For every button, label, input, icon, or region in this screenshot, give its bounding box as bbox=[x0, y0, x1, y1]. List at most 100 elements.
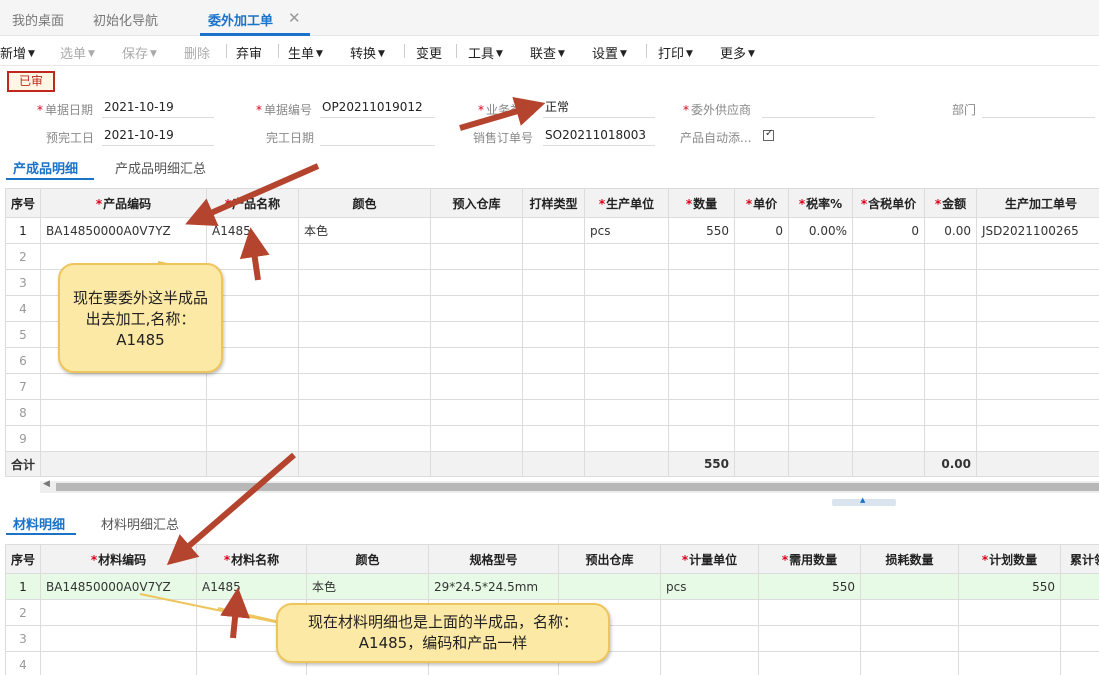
table-cell[interactable] bbox=[430, 425, 523, 452]
table-cell[interactable]: 550 bbox=[758, 573, 861, 600]
table-cell[interactable] bbox=[976, 373, 1099, 400]
table-cell[interactable] bbox=[924, 321, 977, 348]
table-cell[interactable]: 550 bbox=[958, 573, 1061, 600]
table-cell[interactable] bbox=[924, 425, 977, 452]
dept-field[interactable] bbox=[982, 98, 1095, 118]
toolbar-convert-button[interactable]: 转换 ▼ bbox=[350, 43, 385, 62]
table-cell[interactable] bbox=[852, 321, 925, 348]
column-header[interactable]: *计量单位 bbox=[660, 544, 759, 574]
auto-add-checkbox[interactable] bbox=[763, 128, 774, 141]
table-cell[interactable] bbox=[522, 269, 585, 296]
table-cell[interactable] bbox=[660, 651, 759, 675]
table-cell[interactable] bbox=[976, 269, 1099, 296]
table-cell[interactable] bbox=[206, 425, 299, 452]
table-cell[interactable] bbox=[976, 295, 1099, 322]
table-cell[interactable] bbox=[584, 425, 669, 452]
table-cell[interactable] bbox=[522, 399, 585, 426]
tab-outsource-order[interactable]: 委外加工单 bbox=[208, 10, 273, 29]
table-cell[interactable] bbox=[298, 295, 431, 322]
table-cell[interactable] bbox=[924, 373, 977, 400]
table-cell[interactable] bbox=[522, 347, 585, 374]
table-cell[interactable] bbox=[298, 269, 431, 296]
column-header[interactable]: 规格型号 bbox=[428, 544, 559, 574]
toolbar-save-button[interactable]: 保存 ▼ bbox=[122, 43, 157, 62]
table-cell[interactable]: 本色 bbox=[298, 217, 431, 244]
table-cell[interactable] bbox=[788, 425, 853, 452]
table-cell[interactable] bbox=[668, 425, 735, 452]
table-cell[interactable] bbox=[430, 217, 523, 244]
table-cell[interactable] bbox=[976, 399, 1099, 426]
table-cell[interactable] bbox=[734, 347, 789, 374]
table-cell[interactable] bbox=[522, 217, 585, 244]
table-cell[interactable] bbox=[788, 295, 853, 322]
table-cell[interactable] bbox=[206, 399, 299, 426]
table-cell[interactable] bbox=[924, 243, 977, 270]
column-header[interactable]: *单价 bbox=[734, 188, 789, 218]
toolbar-print-button[interactable]: 打印 ▼ bbox=[658, 43, 693, 62]
column-header[interactable]: *税率% bbox=[788, 188, 853, 218]
table-cell[interactable] bbox=[924, 295, 977, 322]
column-header[interactable]: *含税单价 bbox=[852, 188, 925, 218]
column-header[interactable]: 生产加工单号 bbox=[976, 188, 1099, 218]
table-row[interactable]: 8 bbox=[5, 399, 1099, 426]
table-cell[interactable]: JSD2021100265 bbox=[976, 217, 1099, 244]
column-header[interactable]: 损耗数量 bbox=[860, 544, 959, 574]
table-cell[interactable] bbox=[584, 373, 669, 400]
table-cell[interactable] bbox=[860, 573, 959, 600]
table-cell[interactable] bbox=[206, 373, 299, 400]
table-cell[interactable]: A1485 bbox=[196, 573, 307, 600]
table-cell[interactable] bbox=[430, 399, 523, 426]
column-header[interactable]: *材料编码 bbox=[40, 544, 197, 574]
table-cell[interactable] bbox=[298, 347, 431, 374]
table-cell[interactable] bbox=[298, 243, 431, 270]
table-cell[interactable] bbox=[734, 425, 789, 452]
column-header[interactable]: 累计领 bbox=[1060, 544, 1099, 574]
table-row[interactable]: 9 bbox=[5, 425, 1099, 452]
table-cell[interactable] bbox=[430, 295, 523, 322]
table-cell[interactable] bbox=[668, 269, 735, 296]
table-cell[interactable] bbox=[1060, 599, 1099, 626]
scroll-left-icon[interactable]: ◀ bbox=[43, 479, 50, 489]
table-cell[interactable] bbox=[758, 625, 861, 652]
table-cell[interactable] bbox=[976, 347, 1099, 374]
table-cell[interactable] bbox=[40, 399, 207, 426]
table-cell[interactable] bbox=[860, 599, 959, 626]
table-cell[interactable] bbox=[584, 321, 669, 348]
column-header[interactable]: 打样类型 bbox=[522, 188, 585, 218]
column-header[interactable]: *生产单位 bbox=[584, 188, 669, 218]
table-cell[interactable] bbox=[668, 347, 735, 374]
table-cell[interactable] bbox=[298, 399, 431, 426]
table-cell[interactable] bbox=[584, 243, 669, 270]
column-header[interactable]: 颜色 bbox=[298, 188, 431, 218]
table-cell[interactable] bbox=[924, 399, 977, 426]
table-cell[interactable] bbox=[758, 599, 861, 626]
supplier-field[interactable] bbox=[762, 98, 875, 118]
table-cell[interactable] bbox=[958, 599, 1061, 626]
table-row[interactable]: 1 BA14850000A0V7YZ A1485 本色 29*24.5*24.5mm pc… bbox=[5, 573, 1099, 600]
table-cell[interactable] bbox=[860, 625, 959, 652]
column-header[interactable]: 序号 bbox=[5, 188, 41, 218]
sales-order-field[interactable]: SO20211018003 bbox=[543, 126, 655, 146]
table-cell[interactable]: 0.00% bbox=[788, 217, 853, 244]
horizontal-scrollbar[interactable]: ◀ bbox=[40, 479, 1099, 493]
panel-splitter[interactable] bbox=[832, 496, 896, 506]
table-cell[interactable] bbox=[668, 321, 735, 348]
plan-finish-field[interactable]: 2021-10-19 bbox=[102, 126, 214, 146]
tab-desktop[interactable]: 我的桌面 bbox=[12, 10, 64, 29]
tab-init-guide[interactable]: 初始化导航 bbox=[93, 10, 158, 29]
table-cell[interactable] bbox=[852, 269, 925, 296]
table-cell[interactable] bbox=[522, 373, 585, 400]
table-cell[interactable] bbox=[584, 269, 669, 296]
table-cell[interactable] bbox=[976, 321, 1099, 348]
table-cell[interactable]: 29*24.5*24.5mm bbox=[428, 573, 559, 600]
column-header[interactable]: 序号 bbox=[5, 544, 41, 574]
table-cell[interactable] bbox=[1060, 573, 1099, 600]
table-cell[interactable] bbox=[758, 651, 861, 675]
table-cell[interactable] bbox=[430, 321, 523, 348]
column-header[interactable]: 预入仓库 bbox=[430, 188, 523, 218]
table-cell[interactable] bbox=[40, 425, 207, 452]
table-cell[interactable] bbox=[788, 347, 853, 374]
table-cell[interactable] bbox=[734, 269, 789, 296]
column-header[interactable]: *需用数量 bbox=[758, 544, 861, 574]
table-cell[interactable] bbox=[584, 399, 669, 426]
